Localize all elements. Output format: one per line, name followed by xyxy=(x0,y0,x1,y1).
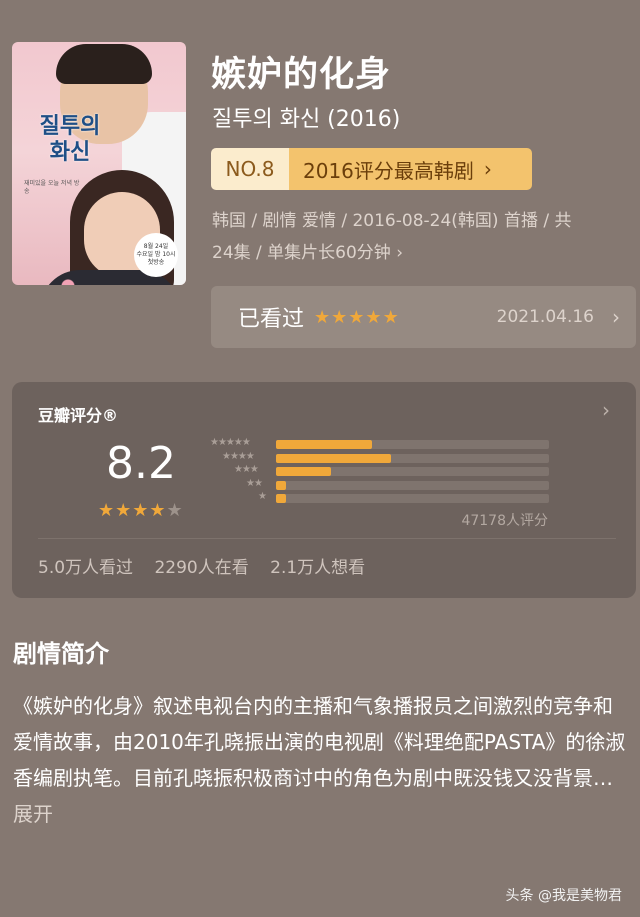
poster-small-text: 재미있을 오늘 저녁 방송 xyxy=(24,180,80,195)
star-level-label: ★★★★★ xyxy=(210,437,251,448)
poster-image[interactable]: 질투의 화신 재미있을 오늘 저녁 방송 8월 24일 수요일 밤 10시 첫방… xyxy=(12,42,186,285)
poster-title: 질투의 화신 xyxy=(20,114,120,166)
star-level-label: ★★ xyxy=(246,477,263,489)
stat-watched: 5.0万人看过 xyxy=(38,558,134,578)
chevron-right-icon[interactable]: › xyxy=(602,398,610,422)
rating-bar-fill xyxy=(276,440,372,449)
chevron-right-icon: › xyxy=(483,157,492,181)
rating-bar-row: ★★★ xyxy=(208,464,568,479)
douban-rating-card[interactable]: 豆瓣评分® › 8.2 ★★★★★ ★★★★★ ★★★★ ★★★ ★★ ★ 47178人… xyxy=(12,382,636,598)
poster-badge-line1: 8월 24일 xyxy=(143,243,169,250)
poster-badge-line3: 첫방송 xyxy=(147,259,165,266)
rating-count: 47178人评分 xyxy=(461,513,548,529)
rating-bar-fill xyxy=(276,494,286,503)
rating-bar-row: ★★ xyxy=(208,477,568,493)
meta-line-1: 韩国 / 剧情 爱情 / 2016-08-24(韩国) 首播 / 共 xyxy=(212,211,572,231)
poster-airdate-badge: 8월 24일 수요일 밤 10시 첫방송 xyxy=(134,233,178,277)
watched-label: 已看过 xyxy=(238,307,305,332)
rating-stars: ★★★★★ xyxy=(98,500,184,521)
rating-bar-track xyxy=(276,494,549,503)
rating-bar-track xyxy=(276,467,549,476)
movie-meta-info[interactable]: 韩国 / 剧情 爱情 / 2016-08-24(韩国) 首播 / 共 24集 /… xyxy=(212,205,622,269)
poster-title-line2: 화신 xyxy=(49,140,91,165)
watched-status-button[interactable]: 已看过 ★★★★★ 2021.04.16 › xyxy=(211,286,636,348)
rating-bar-fill xyxy=(276,467,331,476)
synopsis-title: 剧情简介 xyxy=(13,640,109,668)
synopsis-body: 《嫉妒的化身》叙述电视台内的主播和气象播报员之间激烈的竞争和爱情故事，由2010… xyxy=(13,694,626,790)
poster-title-line1: 질투의 xyxy=(39,114,101,139)
rating-stars-empty: ★ xyxy=(166,500,184,521)
rating-card-title: 豆瓣评分® xyxy=(38,406,119,425)
star-level-label: ★★★★ xyxy=(222,450,255,462)
rating-bar-row: ★★★★★ xyxy=(208,437,568,452)
rating-stars-filled: ★★★★ xyxy=(98,500,167,521)
rank-number: NO.8 xyxy=(211,148,289,190)
page-title: 嫉妒的化身 xyxy=(211,55,392,95)
rating-bar-track xyxy=(276,480,549,490)
star-level-label: ★ xyxy=(258,491,267,502)
stat-watching: 2290人在看 xyxy=(154,558,249,578)
meta-line-2: 24集 / 单集片长60分钟 › xyxy=(212,237,622,269)
star-level-label: ★★★ xyxy=(234,464,259,475)
poster-man-hair xyxy=(56,44,152,84)
my-rating-stars: ★★★★★ xyxy=(314,306,400,328)
chevron-right-icon: › xyxy=(396,243,404,263)
rank-text: 2016评分最高韩剧 xyxy=(303,158,474,183)
watched-date: 2021.04.16 xyxy=(496,307,594,327)
rating-bar-row: ★ xyxy=(208,491,568,506)
rank-label: 2016评分最高韩剧 › xyxy=(289,148,532,190)
audience-stats: 5.0万人看过 2290人在看 2.1万人想看 xyxy=(38,553,381,578)
expand-link[interactable]: 展开 xyxy=(13,802,53,826)
poster-badge-line2: 수요일 밤 10시 xyxy=(136,251,176,258)
rating-bar-row: ★★★★ xyxy=(208,450,568,466)
rating-bar-track xyxy=(276,440,549,449)
rating-bar-fill xyxy=(276,480,286,490)
chevron-right-icon: › xyxy=(612,305,620,329)
synopsis-text: 《嫉妒的化身》叙述电视台内的主播和气象播报员之间激烈的竞争和爱情故事，由2010… xyxy=(13,688,629,832)
ranking-badge[interactable]: NO.8 2016评分最高韩剧 › xyxy=(211,148,532,190)
rating-score: 8.2 xyxy=(106,438,176,489)
rating-bar-fill xyxy=(276,453,391,463)
rating-distribution: ★★★★★ ★★★★ ★★★ ★★ ★ xyxy=(208,437,568,506)
watermark: 头条 @我是美物君 xyxy=(505,888,622,904)
meta-line-2-text: 24集 / 单集片长60分钟 xyxy=(212,243,391,263)
divider xyxy=(38,538,616,539)
rating-bar-track xyxy=(276,453,549,463)
stat-want: 2.1万人想看 xyxy=(270,558,366,578)
original-title: 질투의 화신 (2016) xyxy=(212,107,401,132)
